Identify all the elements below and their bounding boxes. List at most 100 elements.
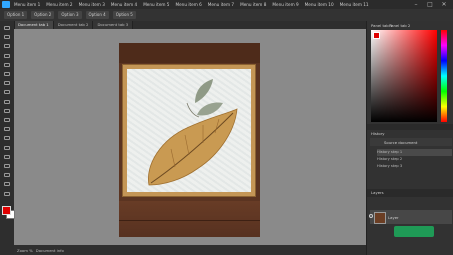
document-tabs: Document tab 1 Document tab 2 Document t… [14,21,366,29]
menu-item[interactable]: Menu item 7 [208,2,234,7]
dodge-tool-icon[interactable] [3,135,11,141]
path-select-tool-glyph [4,164,10,168]
minimize-button[interactable]: – [409,0,423,9]
document-tab[interactable]: Document tab 3 [93,21,134,29]
layer-thumbnail [374,212,386,224]
document-tab[interactable]: Document tab 1 [14,21,54,29]
wood-strip-bottom [119,201,260,237]
history-list: History step 1 History step 2 History st… [377,149,452,171]
wood-strip-top [119,43,260,63]
stamp-tool-icon[interactable] [3,89,11,95]
eyedropper-tool-icon[interactable] [3,62,11,68]
lasso-tool-icon[interactable] [3,43,11,49]
move-tool-glyph [4,26,10,30]
option-item[interactable]: Option 4 [85,11,109,19]
rectangle-tool-glyph [4,173,10,178]
panel-divider [367,124,453,130]
menu-bar: Menu item 1 Menu item 2 Menu item 3 Menu… [0,0,453,9]
eraser-tool-icon[interactable] [3,108,11,114]
artwork-paper [127,69,251,192]
menu-item[interactable]: Menu item 5 [143,2,169,7]
app-logo-icon [2,1,10,8]
menu-item[interactable]: Menu item 11 [340,2,369,7]
gradient-tool-icon[interactable] [3,117,11,123]
menu-item[interactable]: Menu item 6 [175,2,201,7]
wood-strip-seam [119,220,260,221]
history-item[interactable]: History step 2 [377,156,452,163]
stamp-tool-glyph [4,90,10,95]
gradient-tool-glyph [4,118,10,122]
window-controls: – □ ✕ [409,0,451,9]
healing-tool-glyph [4,72,10,76]
history-brush-tool-glyph [4,99,10,104]
blur-tool-glyph [4,127,10,132]
zoom-tool-glyph [4,191,10,196]
history-source-label: Source document [384,140,418,145]
pen-tool-icon[interactable] [3,145,11,151]
panel-tab[interactable]: Panel tab 2 [389,23,410,28]
history-item[interactable]: History step 1 [377,149,452,156]
option-item[interactable]: Option 1 [4,11,28,19]
document-tab[interactable]: Document tab 2 [53,21,94,29]
layers-header: Layers [367,189,453,197]
layer-row[interactable]: Layer [369,210,452,224]
zoom-level[interactable]: Zoom % [17,248,33,253]
menu-item[interactable]: Menu item 9 [272,2,298,7]
visibility-eye-icon[interactable] [369,214,373,218]
crop-tool-glyph [4,53,10,58]
foreground-color-swatch[interactable] [2,206,11,215]
option-item[interactable]: Option 2 [31,11,55,19]
hue-slider[interactable] [441,30,447,122]
close-button[interactable]: ✕ [437,0,451,9]
layer-name: Layer [388,215,399,220]
menu-item[interactable]: Menu item 10 [305,2,334,7]
canvas-area[interactable] [14,29,366,245]
option-item[interactable]: Option 3 [58,11,82,19]
right-panel: Panel tab 1 Panel tab 2 History Source d… [366,21,453,255]
history-brush-tool-icon[interactable] [3,99,11,105]
history-item[interactable]: History step 3 [377,163,452,170]
leaf-artwork [147,79,238,186]
panel-tab-layers[interactable]: Layers [371,190,384,195]
move-tool-icon[interactable] [3,25,11,31]
menu-item[interactable]: Menu item 8 [240,2,266,7]
option-item[interactable]: Option 5 [112,11,136,19]
hand-tool-icon[interactable] [3,181,11,187]
small-leaf-2 [197,102,223,116]
artwork-frame [122,64,256,197]
dodge-tool-glyph [4,136,10,141]
eyedropper-tool-glyph [4,62,10,67]
small-leaf-1 [195,79,213,103]
zoom-tool-icon[interactable] [3,191,11,197]
panel-tab-history[interactable]: History [371,131,385,136]
foreground-color-chip[interactable] [373,32,380,39]
menu-item[interactable]: Menu item 3 [79,2,105,7]
picker-value [371,30,437,122]
history-source-row[interactable]: Source document [370,138,452,146]
marquee-tool-glyph [4,35,10,40]
document-image[interactable] [119,43,260,237]
status-badge [394,226,434,237]
marquee-tool-icon[interactable] [3,34,11,40]
maximize-button[interactable]: □ [423,0,437,9]
crop-tool-icon[interactable] [3,53,11,59]
menu-item[interactable]: Menu item 2 [46,2,72,7]
brush-tool-glyph [4,81,10,86]
menu-item[interactable]: Menu item 1 [14,2,40,7]
healing-tool-icon[interactable] [3,71,11,77]
menu-item[interactable]: Menu item 4 [111,2,137,7]
color-picker-field[interactable] [371,30,437,122]
tools-panel [0,21,15,255]
path-select-tool-icon[interactable] [3,163,11,169]
pen-tool-glyph [4,145,10,150]
brush-tool-icon[interactable] [3,80,11,86]
blur-tool-icon[interactable] [3,126,11,132]
rectangle-tool-icon[interactable] [3,172,11,178]
document-info: Document info [35,247,64,253]
hand-tool-glyph [4,182,10,187]
large-leaf [147,108,238,186]
type-tool-icon[interactable] [3,154,11,160]
type-tool-glyph [4,154,10,159]
lasso-tool-glyph [4,44,10,49]
eraser-tool-glyph [4,108,10,113]
